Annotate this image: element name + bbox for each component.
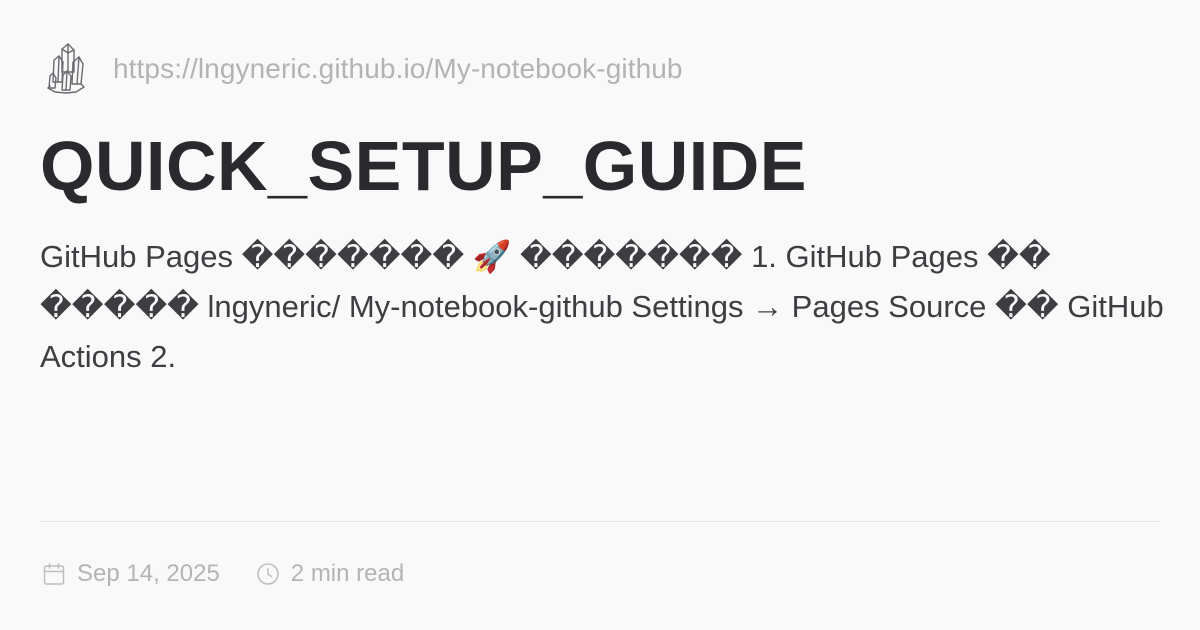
clock-icon [256, 562, 291, 586]
divider [40, 521, 1160, 522]
publish-date-label: Sep 14, 2025 [77, 560, 220, 587]
page-title: QUICK_SETUP_GUIDE [40, 127, 807, 205]
post-excerpt: GitHub Pages ������� 🚀 ������� 1. GitHub… [40, 239, 1164, 374]
reading-time-label: 2 min read [290, 560, 405, 587]
reading-time: 2 min read [256, 560, 404, 588]
og-card: https://lngyneric.github.io/My-notebook-… [0, 0, 1200, 630]
publish-date: Sep 14, 2025 [42, 560, 220, 588]
site-url[interactable]: https://lngyneric.github.io/My-notebook-… [113, 53, 683, 85]
crystal-cluster-icon [46, 42, 88, 96]
post-meta: Sep 14, 2025 2 min read [42, 558, 404, 590]
calendar-icon [42, 562, 77, 586]
site-header[interactable]: https://lngyneric.github.io/My-notebook-… [46, 42, 683, 96]
